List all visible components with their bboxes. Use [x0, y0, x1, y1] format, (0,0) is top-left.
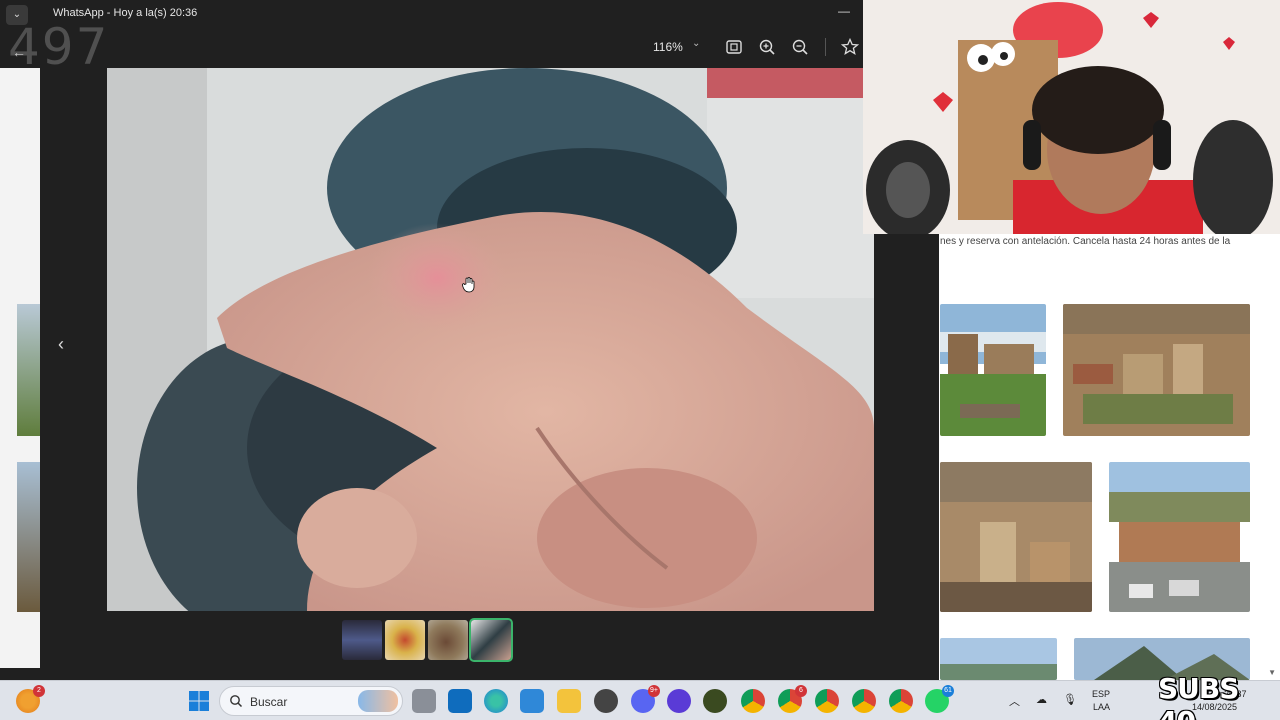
- store-icon[interactable]: [520, 689, 544, 713]
- windows-start-icon[interactable]: [187, 689, 211, 713]
- edge-icon[interactable]: [484, 689, 508, 713]
- notification-badge: 2: [33, 685, 45, 697]
- chevron-up-icon[interactable]: ︿: [1009, 693, 1020, 709]
- screen: Pu ww Cu Re nes y reserva con antelación…: [0, 0, 1280, 720]
- result-image[interactable]: [1109, 462, 1250, 612]
- minimize-button[interactable]: —: [838, 4, 850, 18]
- fit-screen-icon[interactable]: [724, 37, 744, 57]
- chrome-icon[interactable]: [741, 689, 765, 713]
- taskbar: 2 Buscar 9+ 6 61 ︿ ☁ 🎙 ESP LAA 20:37 14/…: [0, 680, 1280, 720]
- chrome-icon[interactable]: [852, 689, 876, 713]
- outlook-icon[interactable]: [448, 689, 472, 713]
- app-icon[interactable]: [594, 689, 618, 713]
- zoom-out-icon[interactable]: [790, 37, 810, 57]
- hand-cursor-icon: [462, 277, 475, 293]
- thumbnail-2[interactable]: [385, 620, 425, 660]
- chrome-icon[interactable]: [889, 689, 913, 713]
- favorite-star-icon[interactable]: [840, 37, 860, 57]
- notification-badge: 61: [942, 685, 954, 697]
- background-right-snippet: nes y reserva con antelación. Cancela ha…: [940, 236, 1231, 247]
- chrome-icon[interactable]: 6: [778, 685, 807, 713]
- search-highlight-icon: [358, 690, 398, 712]
- previous-image-button[interactable]: ‹: [58, 334, 64, 355]
- search-icon: [230, 695, 243, 708]
- chrome-icon[interactable]: [815, 689, 839, 713]
- title-bar: ⌄ WhatsApp - Hoy a la(s) 20:36 —: [0, 0, 863, 28]
- background-image: [17, 462, 40, 612]
- thumbnail-3[interactable]: [428, 620, 468, 660]
- network-icon[interactable]: ☁: [1036, 693, 1047, 706]
- task-view-icon[interactable]: [412, 689, 436, 713]
- whatsapp-icon[interactable]: 61: [925, 685, 954, 713]
- microphone-icon[interactable]: 🎙: [1063, 693, 1077, 706]
- webcam-overlay: [863, 0, 1280, 234]
- background-image: [17, 304, 40, 436]
- thumbnail-4[interactable]: [469, 618, 513, 662]
- app-icon[interactable]: [703, 689, 727, 713]
- result-image[interactable]: [1063, 304, 1250, 436]
- file-explorer-icon[interactable]: [557, 689, 581, 713]
- language-layout[interactable]: LAA: [1093, 702, 1110, 712]
- result-image[interactable]: [940, 638, 1057, 680]
- thumbnail-1[interactable]: [342, 620, 382, 660]
- photo-viewer-window: ⌄ WhatsApp - Hoy a la(s) 20:36 — 497 ← 1…: [0, 0, 939, 680]
- taskbar-search[interactable]: Buscar: [219, 686, 403, 716]
- background-left-strip: [0, 68, 40, 668]
- result-image[interactable]: [940, 462, 1092, 612]
- chevron-down-icon[interactable]: ⌄: [692, 38, 700, 49]
- result-image[interactable]: [940, 304, 1046, 436]
- back-arrow-icon[interactable]: ←: [12, 44, 26, 60]
- notification-badge: 6: [795, 685, 807, 697]
- zoom-in-icon[interactable]: [757, 37, 777, 57]
- toolbar-divider: [825, 38, 826, 56]
- discord-icon[interactable]: 9+: [631, 685, 660, 713]
- weather-widget[interactable]: 2: [16, 685, 45, 713]
- language-indicator[interactable]: ESP: [1092, 689, 1110, 699]
- main-photo: [107, 68, 874, 611]
- zoom-level[interactable]: 116%: [653, 40, 683, 54]
- app-icon[interactable]: [667, 689, 691, 713]
- search-label: Buscar: [250, 695, 288, 709]
- notification-badge: 9+: [648, 685, 660, 697]
- subscriber-overlay-text: SUBS 40: [1158, 672, 1239, 720]
